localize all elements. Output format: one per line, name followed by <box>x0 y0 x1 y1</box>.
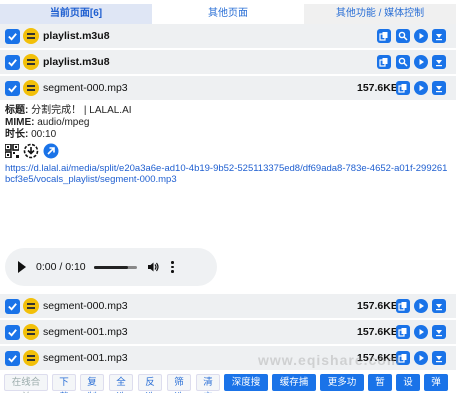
title-label: 标题: <box>5 105 29 116</box>
media-name: playlist.m3u8 <box>43 30 110 42</box>
download-circle-icon[interactable] <box>23 143 39 159</box>
duration-value: 00:10 <box>28 129 57 140</box>
download-icon[interactable] <box>432 29 446 43</box>
play-icon[interactable] <box>414 299 428 313</box>
media-name: playlist.m3u8 <box>43 56 110 68</box>
download-button[interactable]: 下载 <box>52 374 76 393</box>
play-icon[interactable] <box>414 55 428 69</box>
play-icon[interactable] <box>414 351 428 365</box>
duration-label: 时长: <box>5 129 29 140</box>
media-row[interactable]: segment-000.mp3 157.6KB <box>0 76 456 100</box>
equalizer-icon <box>23 28 39 44</box>
play-icon[interactable] <box>414 29 428 43</box>
media-row[interactable]: segment-001.mp3 157.6KB <box>0 320 456 344</box>
tab-current-page[interactable]: 当前页面[6] <box>0 4 152 24</box>
bottom-toolbar: 在线合并 下载 复制 全选 反选 筛选 清空 深度搜索 缓存捕捉 更多功能 暂停… <box>0 372 456 393</box>
media-name: segment-000.mp3 <box>43 300 128 312</box>
media-row[interactable]: playlist.m3u8 <box>0 50 456 74</box>
player-time: 0:00 / 0:10 <box>36 261 86 273</box>
search-icon[interactable] <box>396 29 410 43</box>
checkbox-icon[interactable] <box>5 28 20 44</box>
equalizer-icon <box>23 54 39 70</box>
copy-icon[interactable] <box>377 29 391 43</box>
online-merge-button[interactable]: 在线合并 <box>4 374 48 393</box>
checkbox-icon[interactable] <box>5 324 20 340</box>
more-features-button[interactable]: 更多功能 <box>320 374 364 393</box>
clear-button[interactable]: 清空 <box>196 374 220 393</box>
qrcode-icon[interactable] <box>5 144 19 158</box>
popout-button[interactable]: 弹出 <box>424 374 448 393</box>
seek-slider[interactable] <box>94 265 137 269</box>
settings-button[interactable]: 设置 <box>396 374 420 393</box>
mime-label: MIME: <box>5 117 35 128</box>
checkbox-icon[interactable] <box>5 350 20 366</box>
cache-capture-button[interactable]: 缓存捕捉 <box>272 374 316 393</box>
arrow-icon[interactable] <box>43 143 59 159</box>
play-icon[interactable] <box>18 261 26 273</box>
copy-icon[interactable] <box>396 325 410 339</box>
tab-other-features[interactable]: 其他功能 / 媒体控制 <box>304 4 456 24</box>
download-icon[interactable] <box>432 351 446 365</box>
media-name: segment-000.mp3 <box>43 82 128 94</box>
more-options-icon[interactable] <box>171 261 174 273</box>
media-detail-panel: 标题: 分割完成！ | LALAL.AI MIME: audio/mpeg 时长… <box>5 105 451 185</box>
filter-button[interactable]: 筛选 <box>167 374 191 393</box>
search-icon[interactable] <box>396 55 410 69</box>
duration-line: 时长: 00:10 <box>5 129 451 141</box>
play-icon[interactable] <box>414 325 428 339</box>
title-line: 标题: 分割完成！ | LALAL.AI <box>5 105 451 117</box>
file-size: 157.6KB <box>357 300 399 312</box>
copy-button[interactable]: 复制 <box>80 374 104 393</box>
volume-icon[interactable] <box>147 261 159 273</box>
copy-icon[interactable] <box>396 299 410 313</box>
deep-search-button[interactable]: 深度搜索 <box>224 374 268 393</box>
select-all-button[interactable]: 全选 <box>109 374 133 393</box>
checkbox-icon[interactable] <box>5 54 20 70</box>
invert-selection-button[interactable]: 反选 <box>138 374 162 393</box>
title-value: 分割完成！ | LALAL.AI <box>28 105 132 116</box>
play-icon[interactable] <box>414 81 428 95</box>
download-icon[interactable] <box>432 55 446 69</box>
copy-icon[interactable] <box>377 55 391 69</box>
media-row[interactable]: segment-000.mp3 157.6KB <box>0 294 456 318</box>
equalizer-icon <box>23 80 39 96</box>
media-row[interactable]: playlist.m3u8 <box>0 24 456 48</box>
pause-button[interactable]: 暂停 <box>368 374 392 393</box>
download-icon[interactable] <box>432 299 446 313</box>
download-icon[interactable] <box>432 81 446 95</box>
equalizer-icon <box>23 324 39 340</box>
copy-icon[interactable] <box>396 81 410 95</box>
watermark: www.eqishare.com <box>258 352 401 368</box>
tab-other-pages[interactable]: 其他页面 <box>152 4 304 24</box>
download-icon[interactable] <box>432 325 446 339</box>
audio-player: 0:00 / 0:10 <box>5 248 217 286</box>
file-size: 157.6KB <box>357 326 399 338</box>
file-size: 157.6KB <box>357 82 399 94</box>
media-url-link[interactable]: https://d.lalal.ai/media/split/e20a3a6e-… <box>5 163 451 185</box>
checkbox-icon[interactable] <box>5 80 20 96</box>
media-name: segment-001.mp3 <box>43 326 128 338</box>
media-name: segment-001.mp3 <box>43 352 128 364</box>
mime-line: MIME: audio/mpeg <box>5 117 451 129</box>
mime-value: audio/mpeg <box>34 117 90 128</box>
tab-bar: 当前页面[6] 其他页面 其他功能 / 媒体控制 <box>0 4 456 24</box>
detail-actions <box>5 143 451 159</box>
checkbox-icon[interactable] <box>5 298 20 314</box>
equalizer-icon <box>23 298 39 314</box>
equalizer-icon <box>23 350 39 366</box>
